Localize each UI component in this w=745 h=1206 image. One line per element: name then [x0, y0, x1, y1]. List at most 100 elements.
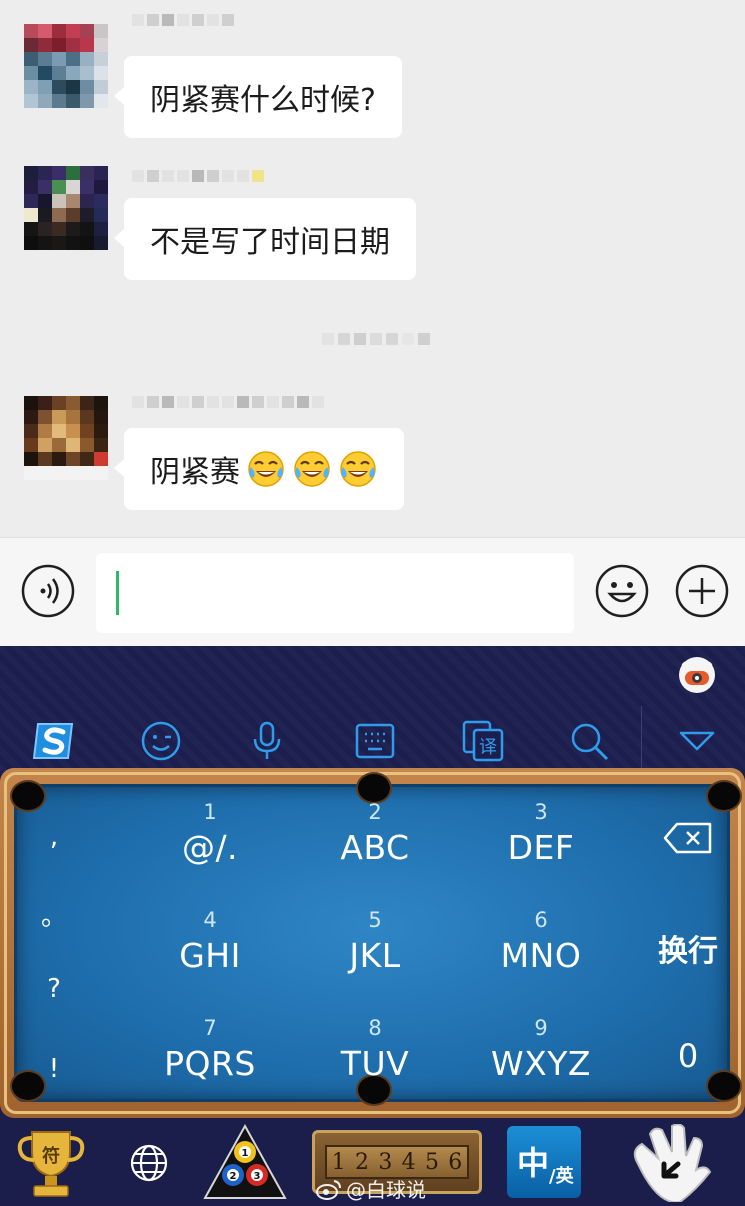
chinese-english-toggle[interactable]: 中 /英	[507, 1126, 581, 1198]
key-letters: TUV	[340, 1044, 410, 1083]
pocket-icon	[10, 780, 46, 812]
voice-icon	[21, 564, 75, 618]
enter-key[interactable]: 换行	[648, 916, 728, 980]
key-1[interactable]: 1 @/.	[130, 798, 290, 898]
key-letters: JKL	[349, 936, 401, 975]
key-8[interactable]: 8 TUV	[295, 1014, 455, 1114]
key-number: 6	[534, 908, 548, 932]
key-period[interactable]: 。	[36, 892, 72, 942]
timestamp-redacted	[322, 333, 430, 345]
avatar[interactable]	[24, 396, 108, 480]
lang-main-label: 中	[517, 1144, 550, 1182]
key-5[interactable]: 5 JKL	[295, 906, 455, 1006]
toolbar-divider	[641, 706, 642, 768]
avatar[interactable]	[24, 24, 108, 108]
sogou-logo-icon	[32, 723, 74, 759]
sender-name-redacted	[132, 392, 324, 414]
sender-name-redacted	[132, 10, 234, 32]
keyboard-switch-button[interactable]	[350, 716, 400, 766]
enter-glove-button[interactable]	[624, 1124, 720, 1202]
key-letters: @/.	[181, 828, 239, 867]
score-digit: 5	[424, 1149, 439, 1175]
message-text: 阴紧赛什么时候?	[150, 83, 376, 118]
key-letters: DEF	[507, 828, 575, 867]
message-text: 阴紧赛	[150, 455, 240, 490]
weibo-watermark: @白球说	[316, 1174, 426, 1203]
trophy-icon: 符	[17, 1131, 85, 1197]
ime-keyboard: 译 , 。 ? ! 1 @/. 2 ABC 3 DEF 4 GHI 5 JKL …	[0, 646, 745, 1206]
backspace-icon	[663, 822, 712, 854]
language-globe-button[interactable]	[126, 1140, 172, 1186]
emoji-button[interactable]	[595, 564, 649, 618]
chat-input-bar	[0, 537, 745, 646]
collapse-keyboard-button[interactable]	[672, 716, 722, 766]
text-caret	[116, 571, 119, 615]
numeric-keypad-button[interactable]: 1 2 3	[202, 1122, 288, 1202]
key-letters: ABC	[340, 828, 410, 867]
lang-alt-label: /英	[549, 1166, 574, 1187]
key-letters: PQRS	[164, 1044, 256, 1083]
key-0[interactable]: 0	[648, 1024, 728, 1088]
tears-of-joy-icon	[248, 451, 284, 487]
score-digit: 6	[448, 1149, 463, 1175]
voice-input-button[interactable]	[21, 564, 75, 618]
score-digit: 4	[401, 1149, 416, 1175]
plus-icon	[675, 564, 729, 618]
symbols-button[interactable]: 符	[10, 1126, 92, 1202]
score-digit: 2	[354, 1149, 369, 1175]
key-number: 4	[203, 908, 217, 932]
key-exclamation[interactable]: !	[36, 1044, 72, 1094]
more-actions-button[interactable]	[675, 564, 729, 618]
voice-typing-button[interactable]	[242, 716, 292, 766]
key-comma[interactable]: ,	[36, 812, 72, 862]
key-number: 1	[203, 800, 217, 824]
keyboard-icon	[355, 723, 395, 759]
glove-icon	[633, 1124, 712, 1202]
svg-text:2: 2	[230, 1171, 237, 1182]
key-4[interactable]: 4 GHI	[130, 906, 290, 1006]
globe-icon	[130, 1144, 168, 1182]
weibo-icon	[316, 1179, 341, 1200]
smiley-icon	[141, 721, 181, 761]
score-digit: 1	[331, 1149, 346, 1175]
key-2[interactable]: 2 ABC	[295, 798, 455, 898]
keyboard-bottom-bar: 符 1 2 3 1 2 3 4 5 6 中 /英 @白球说	[0, 1118, 745, 1206]
sogou-logo-button[interactable]	[28, 716, 78, 766]
search-button[interactable]	[564, 716, 614, 766]
smiley-icon	[595, 564, 649, 618]
message-input[interactable]	[96, 553, 574, 633]
translate-button[interactable]: 译	[458, 716, 508, 766]
search-icon	[571, 723, 609, 761]
key-letters: GHI	[179, 936, 241, 975]
key-9[interactable]: 9 WXYZ	[461, 1014, 621, 1114]
avatar[interactable]	[24, 166, 108, 250]
ime-toolbar: 译	[0, 710, 745, 772]
pool-table-keypad: , 。 ? ! 1 @/. 2 ABC 3 DEF 4 GHI 5 JKL 6 …	[0, 768, 745, 1118]
translate-icon: 译	[462, 720, 504, 762]
key-7[interactable]: 7 PQRS	[130, 1014, 290, 1114]
svg-text:译: 译	[479, 737, 497, 758]
key-number: 9	[534, 1016, 548, 1040]
key-6[interactable]: 6 MNO	[461, 906, 621, 1006]
key-number: 5	[368, 908, 382, 932]
svg-text:1: 1	[242, 1148, 249, 1159]
message-bubble[interactable]: 阴紧赛什么时候?	[114, 56, 402, 138]
chat-area: 阴紧赛什么时候? 不是写了时间日期 阴紧赛	[0, 0, 745, 537]
key-number: 7	[203, 1016, 217, 1040]
key-3[interactable]: 3 DEF	[461, 798, 621, 898]
backspace-key[interactable]	[648, 806, 728, 870]
mascot-icon[interactable]	[677, 655, 717, 695]
message-bubble[interactable]: 不是写了时间日期	[114, 198, 416, 280]
score-digit: 3	[378, 1149, 393, 1175]
key-question[interactable]: ?	[36, 964, 72, 1014]
key-number: 8	[368, 1016, 382, 1040]
message-text: 不是写了时间日期	[150, 225, 390, 260]
key-number: 3	[534, 800, 548, 824]
tears-of-joy-icon	[294, 451, 330, 487]
collapse-icon	[679, 731, 715, 751]
tears-of-joy-icon	[340, 451, 376, 487]
emoji-panel-button[interactable]	[136, 716, 186, 766]
key-letters: MNO	[500, 936, 582, 975]
message-bubble[interactable]: 阴紧赛	[114, 428, 404, 510]
billiard-rack-icon: 1 2 3	[203, 1123, 287, 1199]
